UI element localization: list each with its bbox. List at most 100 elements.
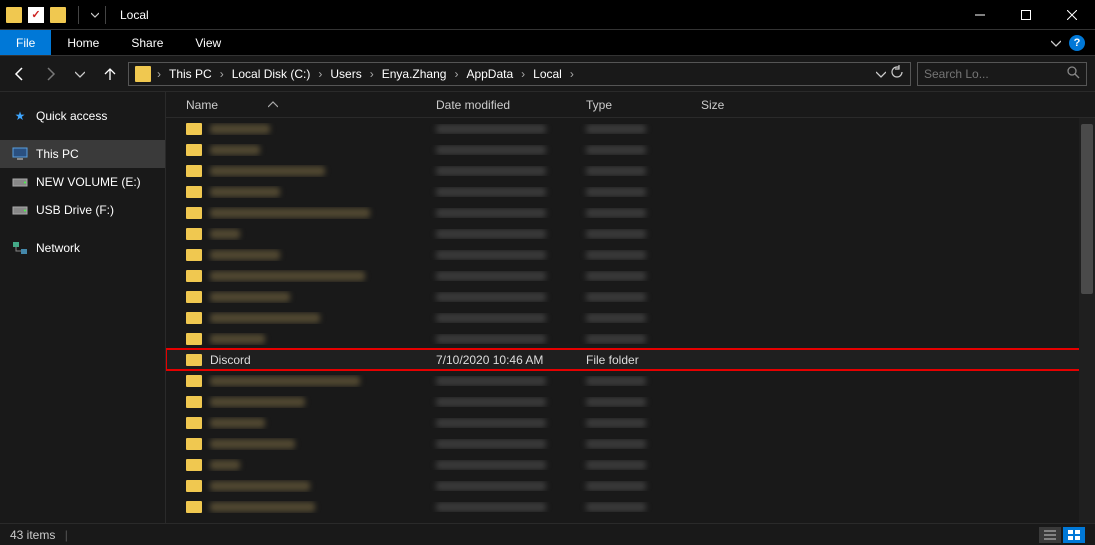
folder-icon [186,459,202,471]
search-box[interactable] [917,62,1087,86]
column-header-type[interactable]: Type [576,98,691,112]
column-header-name[interactable]: Name [176,98,426,112]
navpane-quick-access[interactable]: ★ Quick access [0,102,165,130]
cell-type [576,166,691,176]
minimize-button[interactable] [957,0,1003,30]
folder-icon [186,165,202,177]
star-icon: ★ [12,108,28,124]
cell-name [176,333,426,345]
file-row[interactable] [166,412,1095,433]
cell-date [426,418,576,428]
view-details-button[interactable] [1039,527,1061,543]
chevron-right-icon[interactable]: › [452,67,460,81]
back-button[interactable] [8,62,32,86]
navpane-label: This PC [36,147,79,161]
folder-icon [186,501,202,513]
navpane-drive[interactable]: NEW VOLUME (E:) [0,168,165,196]
navpane-drive[interactable]: USB Drive (F:) [0,196,165,224]
file-row[interactable] [166,370,1095,391]
chevron-right-icon[interactable]: › [568,67,576,81]
column-headers: Name Date modified Type Size [166,92,1095,118]
column-header-date[interactable]: Date modified [426,98,576,112]
navpane-this-pc[interactable]: This PC [0,140,165,168]
cell-date [426,334,576,344]
breadcrumb-segment[interactable]: Users [324,63,367,85]
breadcrumb-segment[interactable]: Local [527,63,568,85]
column-header-size[interactable]: Size [691,98,771,112]
search-input[interactable] [924,67,1061,81]
scrollbar-thumb[interactable] [1081,124,1093,294]
tab-file[interactable]: File [0,30,51,55]
chevron-right-icon[interactable]: › [519,67,527,81]
cell-type [576,481,691,491]
cell-name [176,375,426,387]
maximize-button[interactable] [1003,0,1049,30]
folder-icon [186,207,202,219]
file-row[interactable] [166,265,1095,286]
cell-type [576,460,691,470]
file-row[interactable] [166,454,1095,475]
file-row[interactable] [166,475,1095,496]
cell-type [576,271,691,281]
file-row[interactable] [166,286,1095,307]
file-row[interactable] [166,160,1095,181]
separator [105,6,106,24]
chevron-right-icon[interactable]: › [218,67,226,81]
address-bar[interactable]: › This PC›Local Disk (C:)›Users›Enya.Zha… [128,62,911,86]
breadcrumb-segment[interactable]: AppData [460,63,519,85]
cell-date [426,439,576,449]
help-icon[interactable]: ? [1069,35,1085,51]
close-button[interactable] [1049,0,1095,30]
vertical-scrollbar[interactable] [1079,118,1095,523]
tab-share[interactable]: Share [115,30,179,55]
breadcrumb-segment[interactable]: Enya.Zhang [376,63,453,85]
file-row[interactable] [166,433,1095,454]
view-large-icons-button[interactable] [1063,527,1085,543]
folder-icon [186,375,202,387]
cell-type: File folder [576,353,691,367]
navpane-network[interactable]: Network [0,234,165,262]
cell-date [426,313,576,323]
file-row[interactable] [166,496,1095,517]
cell-type [576,292,691,302]
folder-icon [186,354,202,366]
folder-icon [186,312,202,324]
tab-view[interactable]: View [179,30,237,55]
file-row-highlighted[interactable]: Discord7/10/2020 10:46 AMFile folder [166,349,1095,370]
recent-locations-button[interactable] [68,62,92,86]
cell-type [576,208,691,218]
cell-name [176,144,426,156]
forward-button[interactable] [38,62,62,86]
file-row[interactable] [166,118,1095,139]
file-row[interactable] [166,139,1095,160]
search-icon[interactable] [1067,66,1080,82]
address-dropdown-icon[interactable] [876,69,886,79]
cell-name [176,501,426,513]
chevron-right-icon[interactable]: › [155,67,163,81]
file-row[interactable] [166,202,1095,223]
up-button[interactable] [98,62,122,86]
properties-icon[interactable]: ✓ [28,7,44,23]
file-row[interactable] [166,223,1095,244]
navpane-label: USB Drive (F:) [36,203,114,217]
folder-icon [186,396,202,408]
separator [78,6,79,24]
file-row[interactable] [166,244,1095,265]
chevron-right-icon[interactable]: › [368,67,376,81]
monitor-icon [12,146,28,162]
cell-type [576,397,691,407]
cell-type [576,376,691,386]
file-row[interactable] [166,307,1095,328]
file-row[interactable] [166,328,1095,349]
ribbon-collapse-icon[interactable] [1051,38,1061,48]
breadcrumb-segment[interactable]: This PC [163,63,218,85]
chevron-right-icon[interactable]: › [316,67,324,81]
file-row[interactable] [166,391,1095,412]
qat-dropdown-icon[interactable] [91,11,99,19]
cell-type [576,145,691,155]
file-row[interactable] [166,181,1095,202]
title-bar: ✓ Local [0,0,1095,30]
refresh-icon[interactable] [890,65,904,82]
tab-home[interactable]: Home [51,30,115,55]
breadcrumb-segment[interactable]: Local Disk (C:) [226,63,317,85]
